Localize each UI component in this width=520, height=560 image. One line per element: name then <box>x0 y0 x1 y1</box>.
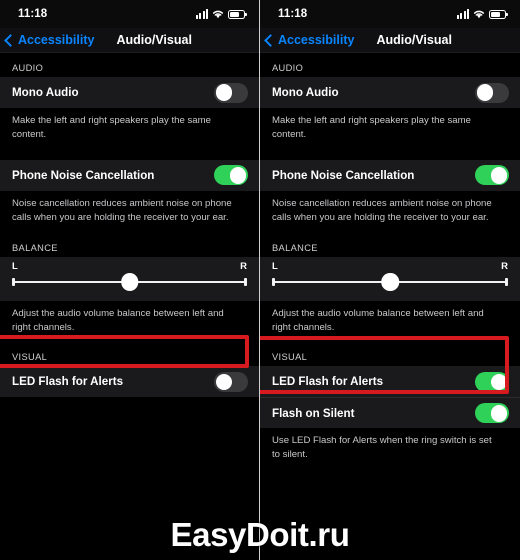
status-bar-icons <box>195 9 247 19</box>
row-label-mono-audio: Mono Audio <box>12 86 79 99</box>
group-footer-balance: Adjust the audio volume balance between … <box>12 307 224 333</box>
group-footer-visual: Use LED Flash for Alerts when the ring s… <box>272 435 492 461</box>
wifi-icon <box>473 9 485 19</box>
toggle-knob <box>215 84 233 101</box>
toggle-knob <box>215 373 233 391</box>
group-header-audio: AUDIO <box>12 63 44 73</box>
row-label-phone-noise-cancellation: Phone Noise Cancellation <box>12 168 155 182</box>
page-title: Audio/Visual <box>376 33 452 47</box>
watermark: EasyDoit.ru <box>170 516 350 553</box>
balance-endpoint-labels: L R <box>272 257 508 272</box>
toggle-knob <box>490 373 508 391</box>
back-button-accessibility[interactable]: Accessibility <box>264 33 355 47</box>
back-button-label: Accessibility <box>278 33 355 47</box>
row-led-flash-for-alerts[interactable]: LED Flash for Alerts <box>260 366 520 398</box>
settings-list-after: AUDIO Mono Audio Make the left and right… <box>260 53 520 462</box>
toggle-phone-noise-cancellation[interactable] <box>475 165 509 186</box>
slider-cap-left <box>272 278 275 286</box>
row-label-mono-audio: Mono Audio <box>272 86 339 99</box>
row-phone-noise-cancellation[interactable]: Phone Noise Cancellation <box>0 159 259 191</box>
chevron-left-icon <box>264 33 277 47</box>
settings-card-noise-cancellation: Phone Noise Cancellation <box>0 159 259 191</box>
row-label-flash-on-silent: Flash on Silent <box>272 406 355 420</box>
slider-thumb[interactable] <box>120 273 139 291</box>
balance-label-left: L <box>272 260 278 272</box>
toggle-mono-audio[interactable] <box>214 82 248 103</box>
toggle-knob <box>490 166 508 184</box>
settings-card-noise-cancellation: Phone Noise Cancellation <box>260 159 520 191</box>
group-header-balance: BALANCE <box>272 242 318 253</box>
status-bar: 11:18 <box>0 0 259 28</box>
group-footer-mono-audio: Make the left and right speakers play th… <box>12 115 211 140</box>
toggle-led-flash-for-alerts[interactable] <box>214 371 248 392</box>
back-button-label: Accessibility <box>18 33 95 47</box>
toggle-flash-on-silent[interactable] <box>475 403 509 424</box>
chevron-left-icon <box>4 33 17 47</box>
status-bar-icons <box>456 9 508 19</box>
status-bar-clock: 11:18 <box>18 8 48 20</box>
row-label-led-flash-for-alerts: LED Flash for Alerts <box>272 375 384 389</box>
phone-panel-after: 11:18 Accessibility Audio/Visual AUDIO M… <box>260 0 520 560</box>
balance-label-right: R <box>240 260 247 272</box>
group-footer-mono-audio: Make the left and right speakers play th… <box>272 115 471 140</box>
settings-card-mono-audio: Mono Audio <box>260 77 520 108</box>
settings-card-visual: LED Flash for Alerts Flash on Silent <box>260 366 520 429</box>
group-footer-balance: Adjust the audio volume balance between … <box>272 307 484 333</box>
slider-cap-right <box>244 278 247 286</box>
battery-icon <box>489 9 508 19</box>
cellular-signal-icon <box>456 9 469 19</box>
comparison-screenshot: 11:18 Accessibility Audio/Visual AUDIO M <box>0 0 520 560</box>
row-phone-noise-cancellation[interactable]: Phone Noise Cancellation <box>260 159 520 191</box>
toggle-led-flash-for-alerts[interactable] <box>475 371 509 392</box>
toggle-knob <box>476 84 494 101</box>
back-button-accessibility[interactable]: Accessibility <box>4 33 95 47</box>
slider-cap-left <box>12 278 15 286</box>
settings-card-mono-audio: Mono Audio <box>0 77 259 108</box>
wifi-icon <box>212 9 224 19</box>
toggle-mono-audio[interactable] <box>475 82 509 103</box>
row-label-led-flash-for-alerts: LED Flash for Alerts <box>12 375 124 389</box>
navigation-bar: Accessibility Audio/Visual <box>260 28 520 53</box>
settings-list-before: AUDIO Mono Audio Make the left and right… <box>0 53 259 398</box>
balance-label-left: L <box>12 260 18 272</box>
row-led-flash-for-alerts[interactable]: LED Flash for Alerts <box>0 366 259 398</box>
balance-slider-card: L R <box>0 256 259 301</box>
group-footer-noise-cancellation: Noise cancellation reduces ambient noise… <box>12 197 232 223</box>
balance-label-right: R <box>501 260 508 272</box>
group-header-audio: AUDIO <box>272 63 304 73</box>
slider-thumb[interactable] <box>381 273 399 291</box>
page-title: Audio/Visual <box>116 33 192 47</box>
navigation-bar: Accessibility Audio/Visual <box>0 28 259 53</box>
cellular-signal-icon <box>195 9 208 19</box>
balance-endpoint-labels: L R <box>12 257 247 272</box>
balance-slider-card: L R <box>260 256 520 301</box>
toggle-knob <box>229 166 247 184</box>
settings-card-visual: LED Flash for Alerts <box>0 366 259 398</box>
row-mono-audio[interactable]: Mono Audio <box>260 77 520 108</box>
group-header-visual: VISUAL <box>12 352 48 363</box>
row-label-phone-noise-cancellation: Phone Noise Cancellation <box>272 168 415 182</box>
row-flash-on-silent[interactable]: Flash on Silent <box>260 397 520 429</box>
battery-icon <box>228 9 247 19</box>
toggle-phone-noise-cancellation[interactable] <box>214 165 248 186</box>
balance-slider[interactable] <box>272 272 508 294</box>
slider-cap-right <box>505 278 508 286</box>
phone-panel-before: 11:18 Accessibility Audio/Visual AUDIO M <box>0 0 260 560</box>
group-header-balance: BALANCE <box>12 242 58 253</box>
group-header-visual: VISUAL <box>272 352 308 363</box>
status-bar: 11:18 <box>260 0 520 28</box>
balance-slider[interactable] <box>12 272 247 294</box>
group-footer-noise-cancellation: Noise cancellation reduces ambient noise… <box>272 197 492 223</box>
toggle-knob <box>490 405 508 422</box>
row-mono-audio[interactable]: Mono Audio <box>0 77 259 108</box>
status-bar-clock: 11:18 <box>278 8 308 20</box>
